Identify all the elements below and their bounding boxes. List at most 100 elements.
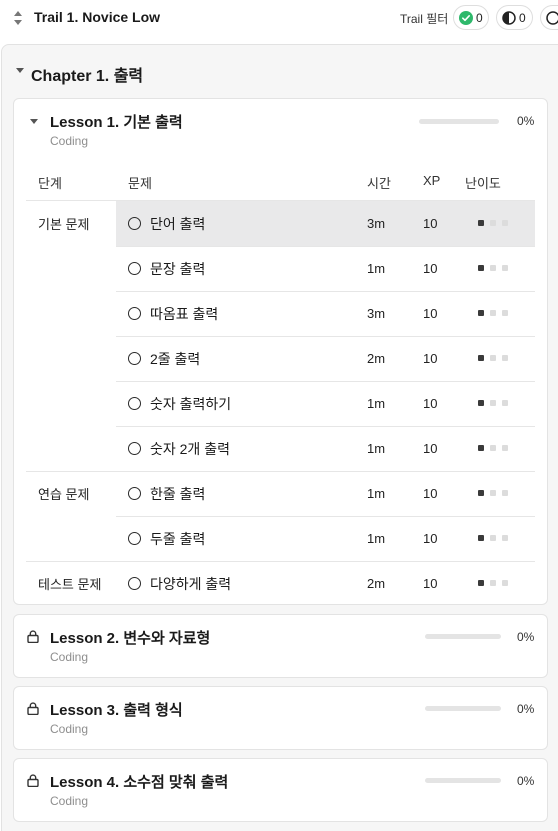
difficulty-dot xyxy=(490,445,496,451)
check-circle-icon xyxy=(459,10,473,25)
table-row[interactable]: 한줄 출력 1m 10 xyxy=(116,471,535,516)
filter-in-progress-button[interactable]: 0 xyxy=(496,5,533,30)
half-circle-icon xyxy=(502,10,516,25)
problem-title: 다양하게 출력 xyxy=(150,576,232,592)
lesson-progress-bar xyxy=(419,119,499,124)
trail-title[interactable]: Trail 1. Novice Low xyxy=(34,9,160,25)
column-header-stage: 단계 xyxy=(38,176,62,191)
lesson-subtitle: Coding xyxy=(50,722,89,736)
top-bar: Trail 1. Novice Low Trail 필터 0 0 xyxy=(0,0,558,36)
difficulty-indicator xyxy=(478,490,510,496)
problem-title: 문장 출력 xyxy=(150,261,206,277)
difficulty-dot xyxy=(478,265,484,271)
problem-xp: 10 xyxy=(423,351,438,366)
lock-icon xyxy=(27,702,39,715)
trail-filter-label: Trail 필터 xyxy=(400,12,449,26)
lesson-progress-text: 0% xyxy=(517,774,535,788)
difficulty-dot xyxy=(490,310,496,316)
problem-xp: 10 xyxy=(423,396,438,411)
lesson-title[interactable]: Lesson 3. 출력 형식 xyxy=(50,699,183,720)
column-header-time: 시간 xyxy=(367,176,391,191)
difficulty-dot xyxy=(502,580,508,586)
chevron-down-icon[interactable] xyxy=(16,68,24,74)
status-circle-icon xyxy=(128,352,141,365)
problem-title: 단어 출력 xyxy=(150,216,206,232)
problem-time: 1m xyxy=(367,486,386,501)
lesson-title[interactable]: Lesson 1. 기본 출력 xyxy=(50,111,183,132)
problem-xp: 10 xyxy=(423,306,438,321)
lesson-progress-text: 0% xyxy=(517,630,535,644)
difficulty-dot xyxy=(502,535,508,541)
lesson-subtitle: Coding xyxy=(50,134,89,148)
problem-time: 2m xyxy=(367,576,386,591)
table-row[interactable]: 숫자 2개 출력 1m 10 xyxy=(116,426,535,471)
table-row[interactable]: 따옴표 출력 3m 10 xyxy=(116,291,535,336)
lock-icon xyxy=(27,774,39,787)
lesson-progress-text: 0% xyxy=(517,702,535,716)
lesson-subtitle: Coding xyxy=(50,650,89,664)
difficulty-dot xyxy=(490,535,496,541)
difficulty-dot xyxy=(478,445,484,451)
difficulty-dot xyxy=(478,400,484,406)
problem-time: 1m xyxy=(367,531,386,546)
status-circle-icon xyxy=(128,532,141,545)
stage-label: 테스트 문제 xyxy=(38,577,102,592)
status-circle-icon xyxy=(128,487,141,500)
problem-xp: 10 xyxy=(423,441,438,456)
status-circle-icon xyxy=(128,307,141,320)
difficulty-indicator xyxy=(478,445,510,451)
difficulty-dot xyxy=(502,490,508,496)
problem-time: 2m xyxy=(367,351,386,366)
sort-icon[interactable] xyxy=(13,9,23,27)
table-row[interactable]: 다양하게 출력 2m 10 xyxy=(116,561,535,606)
difficulty-indicator xyxy=(478,400,510,406)
lesson-progress-bar xyxy=(425,634,501,639)
difficulty-dot xyxy=(478,220,484,226)
table-row[interactable]: 단어 출력 3m 10 xyxy=(116,201,535,246)
difficulty-dot xyxy=(502,310,508,316)
problem-title: 한줄 출력 xyxy=(150,486,206,502)
lesson-title[interactable]: Lesson 4. 소수점 맞춰 출력 xyxy=(50,771,228,792)
status-circle-icon xyxy=(128,217,141,230)
difficulty-dot xyxy=(502,400,508,406)
problem-time: 3m xyxy=(367,216,386,231)
difficulty-dot xyxy=(490,580,496,586)
status-circle-icon xyxy=(128,262,141,275)
filter-completed-count: 0 xyxy=(476,10,483,25)
difficulty-indicator xyxy=(478,535,510,541)
difficulty-indicator xyxy=(478,355,510,361)
problem-xp: 10 xyxy=(423,486,438,501)
difficulty-dot xyxy=(478,355,484,361)
difficulty-dot xyxy=(502,355,508,361)
lesson-progress-bar xyxy=(425,706,501,711)
difficulty-dot xyxy=(502,445,508,451)
table-row[interactable]: 두줄 출력 1m 10 xyxy=(116,516,535,561)
difficulty-dot xyxy=(502,265,508,271)
problem-title: 두줄 출력 xyxy=(150,531,206,547)
status-circle-icon xyxy=(128,442,141,455)
difficulty-dot xyxy=(478,310,484,316)
problem-xp: 10 xyxy=(423,576,438,591)
stage-label: 연습 문제 xyxy=(38,487,90,502)
problem-time: 1m xyxy=(367,441,386,456)
filter-completed-button[interactable]: 0 xyxy=(453,5,489,30)
problem-title: 숫자 2개 출력 xyxy=(150,441,230,457)
problem-time: 3m xyxy=(367,306,386,321)
difficulty-dot xyxy=(490,265,496,271)
problem-time: 1m xyxy=(367,396,386,411)
difficulty-dot xyxy=(478,580,484,586)
table-row[interactable]: 숫자 출력하기 1m 10 xyxy=(116,381,535,426)
difficulty-dot xyxy=(490,220,496,226)
difficulty-dot xyxy=(478,535,484,541)
chevron-down-icon[interactable] xyxy=(30,119,38,125)
problem-xp: 10 xyxy=(423,531,438,546)
table-row[interactable]: 문장 출력 1m 10 xyxy=(116,246,535,291)
table-row[interactable]: 2줄 출력 2m 10 xyxy=(116,336,535,381)
filter-in-progress-count: 0 xyxy=(519,10,526,25)
difficulty-indicator xyxy=(478,265,510,271)
chapter-title[interactable]: Chapter 1. 출력 xyxy=(31,62,143,86)
difficulty-indicator xyxy=(478,580,510,586)
difficulty-indicator xyxy=(478,310,510,316)
filter-not-started-button[interactable] xyxy=(540,5,558,30)
lesson-title[interactable]: Lesson 2. 변수와 자료형 xyxy=(50,627,210,648)
